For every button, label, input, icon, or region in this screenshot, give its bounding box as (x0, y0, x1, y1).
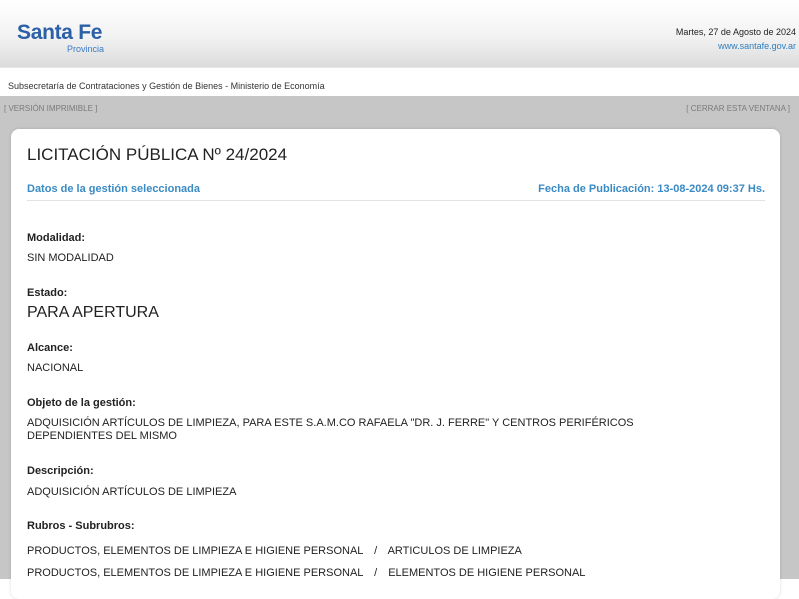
rubro-separator: / (374, 567, 378, 579)
santa-fe-logo[interactable]: Santa Fe Provincia (17, 22, 127, 58)
toolbar: [ VERSIÓN IMPRIMIBLE ] [ CERRAR ESTA VEN… (0, 96, 799, 123)
rubro-separator: / (374, 545, 378, 557)
logo-main-text: Santa Fe (17, 21, 103, 44)
modalidad-label: Modalidad: (27, 232, 86, 244)
subrubro-name: ARTICULOS DE LIMPIEZA (387, 545, 522, 557)
alcance-label: Alcance: (27, 342, 73, 354)
section-divider (27, 200, 765, 201)
current-date: Martes, 27 de Agosto de 2024 (675, 27, 796, 37)
estado-value: PARA APERTURA (27, 304, 159, 321)
rubro-name: PRODUCTOS, ELEMENTOS DE LIMPIEZA E HIGIE… (27, 545, 363, 557)
rubros-label: Rubros - Subrubros: (27, 520, 135, 532)
page-title: LICITACIÓN PÚBLICA Nº 24/2024 (27, 145, 288, 164)
printable-version-link[interactable]: [ VERSIÓN IMPRIMIBLE ] (4, 104, 97, 113)
descripcion-label: Descripción: (27, 465, 94, 477)
rubro-name: PRODUCTOS, ELEMENTOS DE LIMPIEZA E HIGIE… (27, 567, 363, 579)
ministry-breadcrumb: Subsecretaría de Contrataciones y Gestió… (8, 81, 325, 91)
site-link[interactable]: www.santafe.gov.ar (718, 41, 796, 51)
objeto-label: Objeto de la gestión: (27, 397, 136, 409)
logo-sub-text: Provincia (67, 44, 105, 54)
rubro-row: PRODUCTOS, ELEMENTOS DE LIMPIEZA E HIGIE… (27, 567, 585, 579)
estado-label: Estado: (27, 287, 68, 299)
close-window-link[interactable]: [ CERRAR ESTA VENTANA ] (686, 104, 790, 113)
descripcion-value: ADQUISICIÓN ARTÍCULOS DE LIMPIEZA (27, 486, 237, 498)
page-header: Santa Fe Provincia Martes, 27 de Agosto … (0, 0, 799, 67)
alcance-value: NACIONAL (27, 362, 84, 374)
publication-date: Fecha de Publicación: 13-08-2024 09:37 H… (538, 183, 765, 195)
section-heading: Datos de la gestión seleccionada (27, 183, 201, 195)
objeto-value-line2: DEPENDIENTES DEL MISMO (27, 430, 177, 442)
modalidad-value: SIN MODALIDAD (27, 252, 114, 264)
objeto-value-line1: ADQUISICIÓN ARTÍCULOS DE LIMPIEZA, PARA … (27, 417, 634, 429)
subheader-bar: Subsecretaría de Contrataciones y Gestió… (0, 67, 799, 97)
subrubro-name: ELEMENTOS DE HIGIENE PERSONAL (388, 567, 586, 579)
rubro-row: PRODUCTOS, ELEMENTOS DE LIMPIEZA E HIGIE… (27, 545, 522, 557)
